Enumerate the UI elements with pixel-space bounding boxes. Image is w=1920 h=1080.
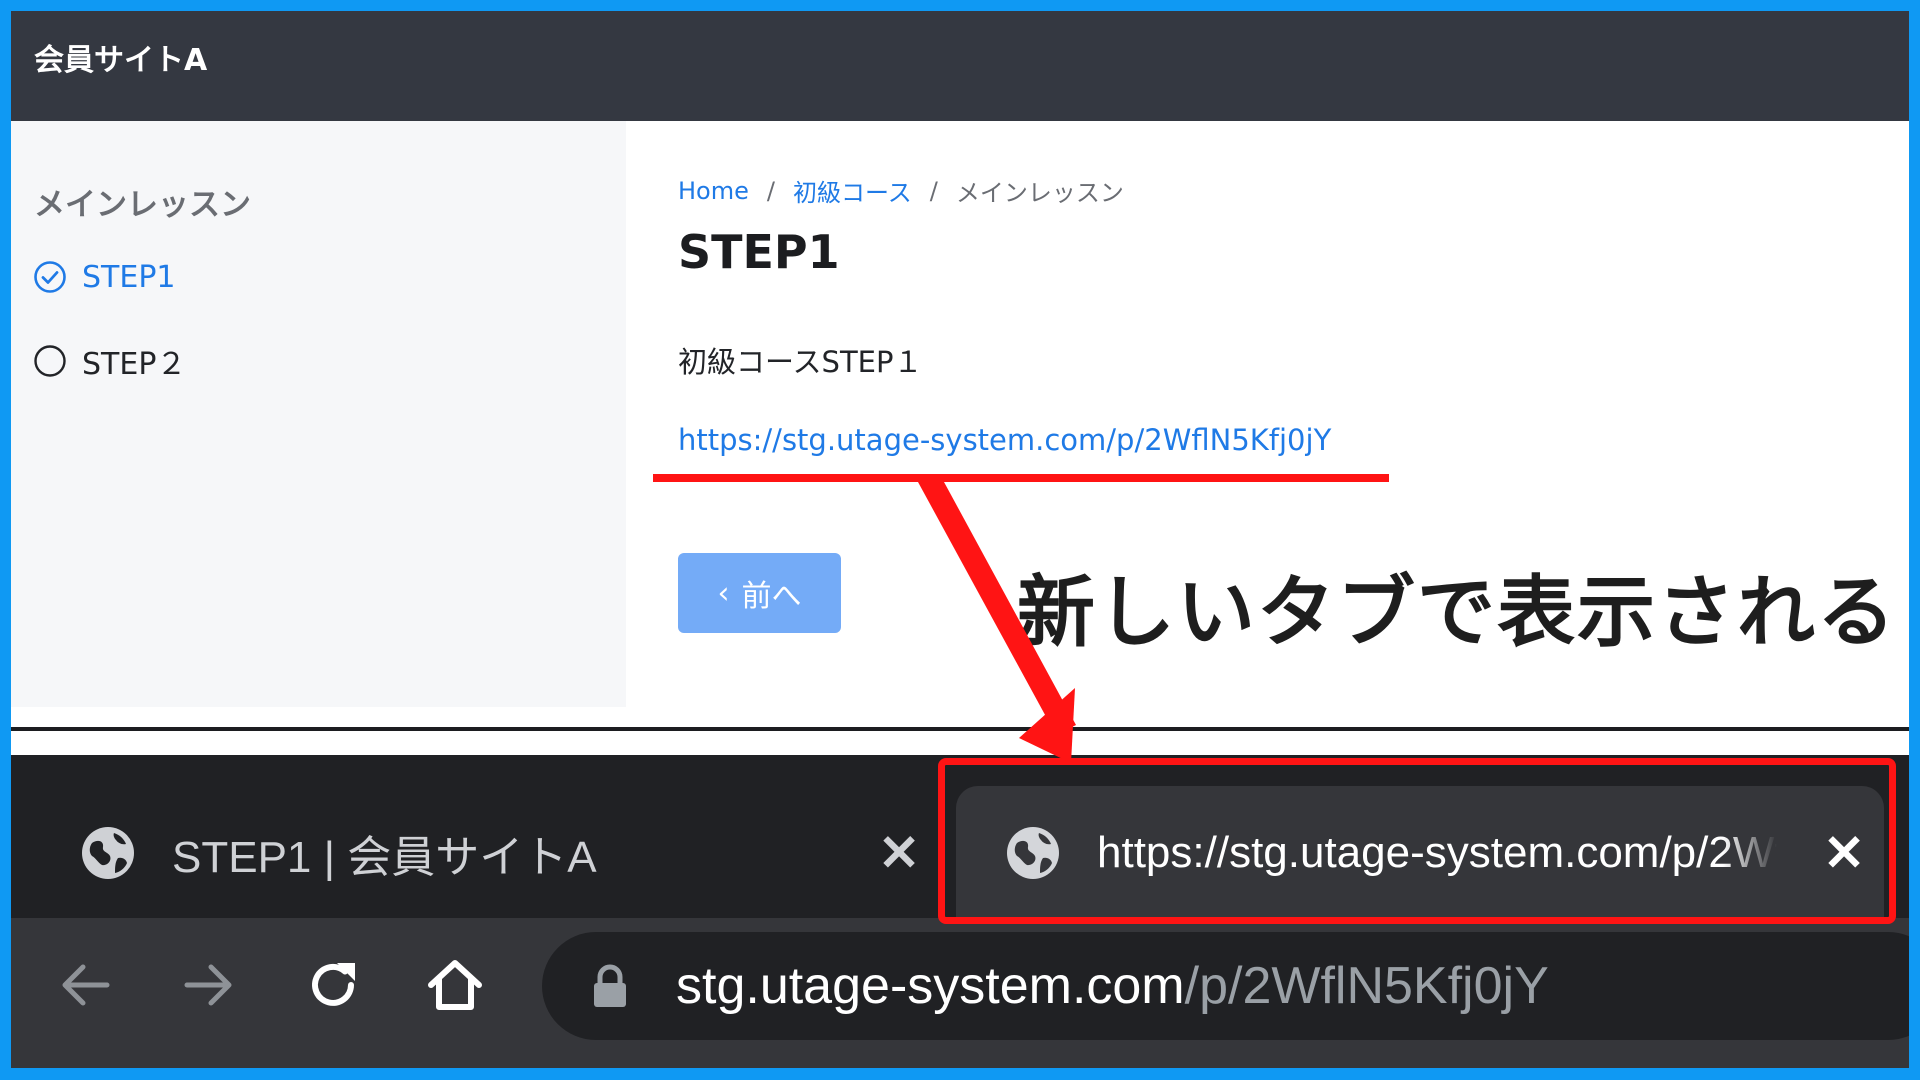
empty-circle-icon bbox=[33, 344, 67, 378]
prev-button-label: 前へ bbox=[741, 579, 802, 614]
address-bar-url[interactable]: stg.utage-system.com/p/2WflN5Kfj0jY bbox=[676, 956, 1549, 1016]
page-title: STEP1 bbox=[678, 225, 840, 279]
arrow-left-icon bbox=[62, 964, 110, 1006]
spacer bbox=[0, 731, 1920, 755]
site-title[interactable]: 会員サイトA bbox=[34, 35, 207, 79]
breadcrumb-course-link[interactable]: 初級コース bbox=[793, 173, 912, 208]
frame-bottom bbox=[0, 1068, 1920, 1080]
forward-button[interactable] bbox=[174, 950, 244, 1020]
home-button[interactable] bbox=[420, 950, 490, 1020]
chevron-left-icon: ‹ bbox=[717, 575, 730, 611]
sidebar-heading: メインレッスン bbox=[34, 187, 251, 223]
breadcrumb-separator: / bbox=[929, 176, 938, 205]
url-domain: stg.utage-system.com bbox=[676, 957, 1185, 1015]
lesson-text: 初級コースSTEP１ bbox=[678, 345, 923, 379]
check-circle-icon bbox=[33, 260, 67, 294]
lesson-sidebar: メインレッスン STEP1 STEP２ bbox=[0, 121, 627, 707]
breadcrumb: Home / 初級コース / メインレッスン bbox=[678, 173, 1124, 208]
breadcrumb-current: メインレッスン bbox=[955, 179, 1124, 207]
arrow-right-icon bbox=[184, 964, 232, 1006]
new-tab-highlight-box bbox=[938, 758, 1896, 924]
home-icon bbox=[428, 960, 482, 1010]
link-highlight-underline bbox=[653, 474, 1389, 482]
tab-title: STEP1 | 会員サイトA bbox=[172, 833, 597, 882]
lesson-url-link[interactable]: https://stg.utage-system.com/p/2WflN5Kfj… bbox=[678, 423, 1331, 457]
site-header: 会員サイトA bbox=[0, 0, 1920, 121]
address-bar[interactable]: stg.utage-system.com/p/2WflN5Kfj0jY bbox=[542, 932, 1920, 1040]
sidebar-item-step1[interactable]: STEP1 bbox=[33, 257, 176, 297]
reload-button[interactable] bbox=[298, 950, 368, 1020]
breadcrumb-home-link[interactable]: Home bbox=[678, 177, 749, 205]
url-path: /p/2WflN5Kfj0jY bbox=[1184, 957, 1549, 1015]
sidebar-item-label: STEP２ bbox=[82, 347, 187, 382]
spacer bbox=[0, 707, 1920, 727]
prev-button[interactable]: ‹ 前へ bbox=[678, 553, 841, 633]
lock-icon[interactable] bbox=[590, 963, 630, 1009]
breadcrumb-separator: / bbox=[766, 176, 775, 205]
globe-icon bbox=[80, 825, 136, 881]
tab-step1[interactable]: STEP1 | 会員サイトA ✕ bbox=[80, 820, 920, 886]
sidebar-item-label: STEP1 bbox=[82, 259, 176, 295]
close-icon[interactable]: ✕ bbox=[878, 828, 920, 878]
sidebar-item-step2[interactable]: STEP２ bbox=[33, 341, 187, 382]
annotation-text: 新しいタブで表示される bbox=[1017, 568, 1898, 658]
reload-icon bbox=[312, 963, 355, 1006]
back-button[interactable] bbox=[50, 950, 120, 1020]
